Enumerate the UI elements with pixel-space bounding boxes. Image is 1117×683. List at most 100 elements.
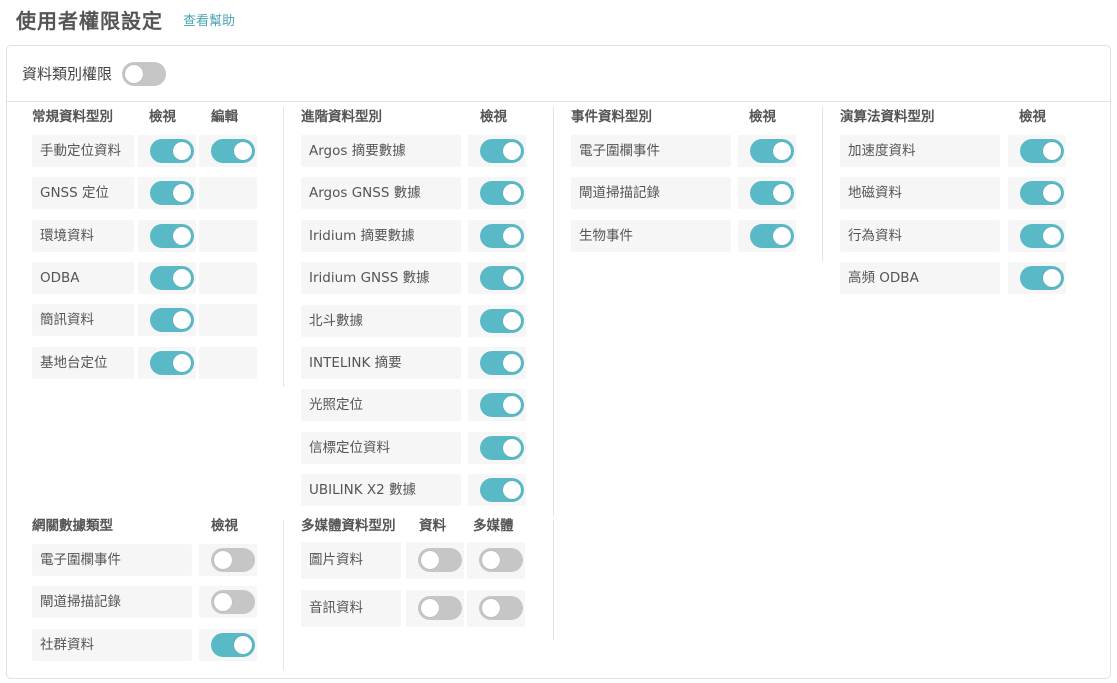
permission-toggle[interactable]: [479, 596, 523, 620]
column-divider: [283, 107, 284, 387]
category-permission-toggle[interactable]: [122, 61, 167, 86]
permission-toggle[interactable]: [1020, 139, 1064, 163]
row-label: Iridium 摘要數據: [309, 227, 415, 244]
column-divider: [283, 520, 284, 670]
toggle-cell-empty: [199, 261, 257, 294]
section-title-multimedia: 多媒體資料型別: [301, 518, 396, 534]
column-header: 檢視: [211, 518, 238, 534]
toggle-knob: [503, 438, 521, 457]
toggle-knob: [503, 354, 521, 372]
row-label: 信標定位資料: [309, 439, 390, 456]
permission-toggle[interactable]: [480, 308, 524, 333]
row-label: 環境資料: [40, 227, 94, 244]
permission-toggle[interactable]: [480, 181, 524, 206]
permission-toggle[interactable]: [479, 548, 523, 572]
permission-toggle[interactable]: [150, 181, 194, 206]
row-label: 閘道掃描記錄: [40, 594, 121, 611]
permission-toggle[interactable]: [1020, 265, 1064, 290]
toggle-knob: [234, 142, 252, 160]
permission-toggle[interactable]: [150, 139, 194, 163]
permission-toggle[interactable]: [750, 223, 794, 248]
permission-toggle[interactable]: [418, 548, 462, 572]
permission-toggle[interactable]: [150, 223, 194, 248]
permission-toggle[interactable]: [211, 590, 255, 615]
toggle-cell-empty: [199, 219, 257, 252]
column-header: 多媒體: [473, 518, 514, 534]
row-label: Iridium GNSS 數據: [309, 270, 430, 287]
toggle-knob: [173, 226, 191, 245]
row-label: 閘道掃描記錄: [579, 185, 660, 202]
toggle-knob: [214, 551, 232, 569]
toggle-knob: [421, 599, 439, 617]
row-label: 電子圍欄事件: [579, 143, 660, 159]
permission-toggle[interactable]: [150, 308, 194, 333]
toggle-knob: [773, 142, 791, 160]
toggle-knob: [125, 64, 144, 83]
toggle-knob: [421, 551, 439, 569]
permissions-panel: 資料類別權限 常規資料型別 檢視 編輯 手動定位資料 GNSS 定位 環境資料 ODBA 簡訊…: [6, 45, 1111, 679]
row-label: 社群資料: [40, 636, 94, 653]
permission-toggle[interactable]: [150, 265, 194, 290]
page-title: 使用者權限設定: [16, 8, 163, 33]
permission-toggle[interactable]: [480, 139, 524, 163]
row-label: Argos GNSS 數據: [309, 185, 421, 202]
row-label: ODBA: [40, 269, 80, 286]
permission-toggle[interactable]: [480, 435, 524, 460]
column-header: 資料: [419, 518, 446, 534]
permission-toggle[interactable]: [418, 596, 462, 620]
toggle-knob: [482, 599, 500, 617]
permission-toggle[interactable]: [750, 139, 794, 163]
category-permission-label: 資料類別權限: [22, 65, 113, 83]
row-label: 基地台定位: [40, 354, 108, 371]
toggle-knob: [173, 311, 191, 330]
toggle-cell-empty: [199, 304, 257, 337]
column-divider: [553, 107, 554, 516]
permission-toggle[interactable]: [1020, 181, 1064, 206]
section-title-regular: 常規資料型別: [32, 109, 113, 125]
toggle-knob: [1043, 142, 1061, 160]
toggle-knob: [503, 184, 521, 203]
permission-toggle[interactable]: [211, 139, 255, 163]
row-label: 地磁資料: [848, 185, 902, 202]
permission-toggle[interactable]: [480, 266, 524, 291]
permission-toggle[interactable]: [211, 632, 255, 657]
toggle-cell-empty: [199, 177, 257, 210]
column-header: 編輯: [211, 109, 238, 125]
toggle-knob: [1043, 226, 1061, 245]
page-header: 使用者權限設定 查看幫助: [16, 5, 235, 33]
row-label: 簡訊資料: [40, 312, 94, 329]
toggle-knob: [503, 269, 521, 288]
toggle-knob: [1043, 268, 1061, 287]
column-header: 檢視: [1019, 109, 1046, 125]
row-label: 圖片資料: [309, 551, 363, 568]
row-label: 北斗數據: [309, 312, 363, 329]
row-label: 電子圍欄事件: [40, 552, 121, 568]
permission-toggle[interactable]: [150, 350, 194, 375]
row-label: UBILINK X2 數據: [309, 482, 416, 499]
permission-toggle[interactable]: [480, 393, 524, 418]
toggle-knob: [503, 396, 521, 415]
section-title-advanced: 進階資料型別: [301, 109, 382, 125]
column-header: 檢視: [480, 109, 507, 125]
row-label: 光照定位: [309, 397, 363, 414]
toggle-knob: [503, 226, 521, 245]
toggle-knob: [173, 268, 191, 287]
permission-toggle[interactable]: [480, 351, 524, 375]
row-label: Argos 摘要數據: [309, 143, 406, 159]
help-link[interactable]: 查看幫助: [183, 10, 235, 29]
section-title-gateway: 網關數據類型: [32, 518, 113, 534]
permission-toggle[interactable]: [480, 223, 524, 248]
toggle-knob: [1043, 184, 1061, 203]
toggle-knob: [214, 593, 232, 612]
toggle-knob: [773, 184, 791, 203]
toggle-knob: [173, 353, 191, 372]
toggle-knob: [503, 142, 521, 160]
column-header: 檢視: [749, 109, 776, 125]
section-title-algorithm: 演算法資料型別: [840, 109, 935, 125]
permission-toggle[interactable]: [750, 181, 794, 206]
permission-toggle[interactable]: [1020, 223, 1064, 248]
permission-toggle[interactable]: [480, 478, 524, 503]
toggle-knob: [173, 184, 191, 203]
row-label: 手動定位資料: [40, 143, 121, 159]
permission-toggle[interactable]: [211, 548, 255, 572]
